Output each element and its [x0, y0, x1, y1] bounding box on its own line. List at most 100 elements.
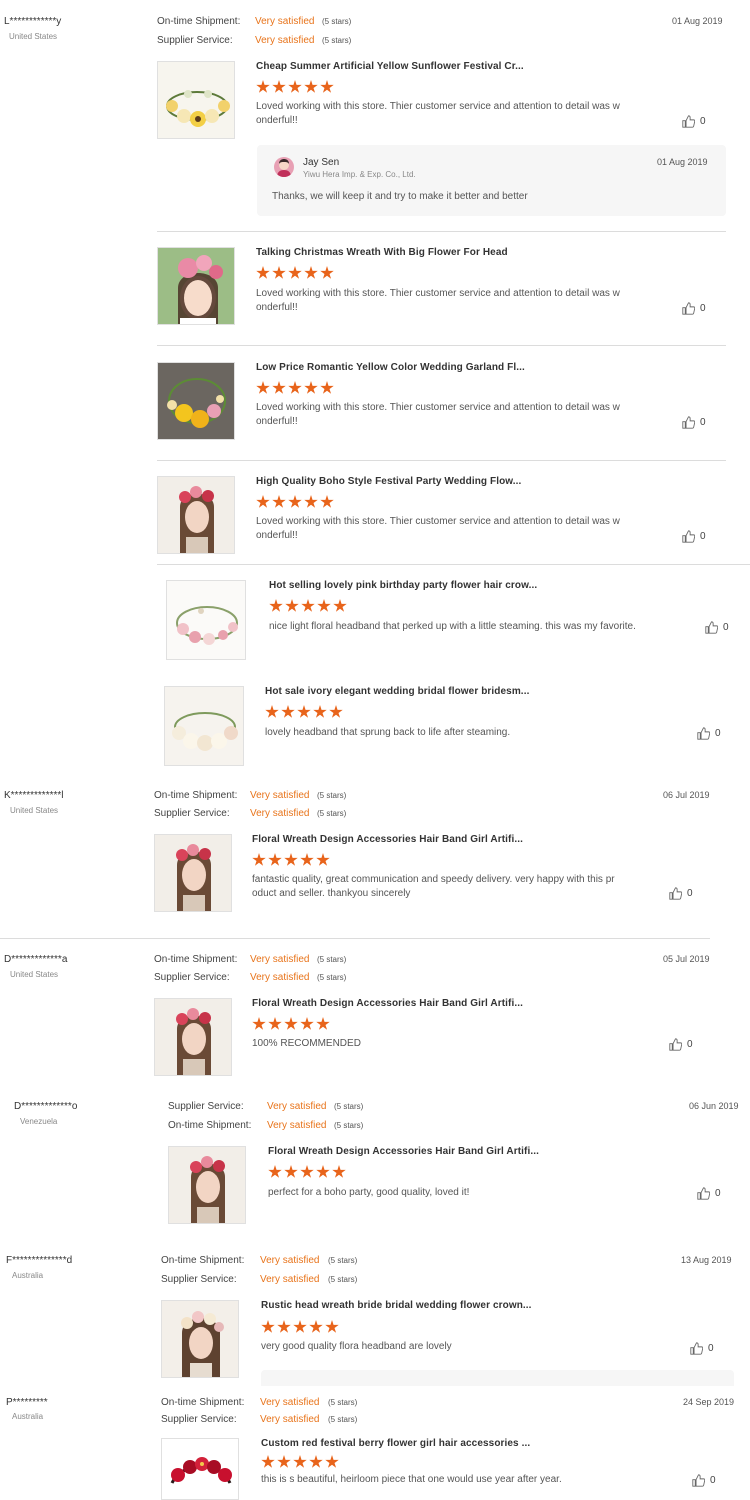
star-icon — [304, 266, 318, 279]
like-button[interactable]: 0 — [682, 416, 706, 429]
product-thumbnail[interactable] — [157, 61, 235, 139]
product-thumbnail[interactable] — [154, 998, 232, 1076]
star-icon — [252, 853, 266, 866]
like-button[interactable]: 0 — [697, 727, 721, 740]
review-text: Loved working with this store. Thier cus… — [256, 101, 620, 126]
divider — [157, 231, 726, 232]
service-label: Supplier Service: — [161, 1274, 237, 1285]
star-icon — [320, 266, 334, 279]
review-date: 05 Jul 2019 — [663, 954, 710, 964]
review-text: perfect for a boho party, good quality, … — [268, 1187, 470, 1198]
product-title[interactable]: Talking Christmas Wreath With Big Flower… — [256, 247, 508, 258]
shipment-stars-note: (5 stars) — [328, 1256, 358, 1265]
product-thumbnail[interactable] — [157, 362, 235, 440]
star-rating — [252, 1017, 330, 1031]
seller-reply: Jay Sen Yiwu Hera Imp. & Exp. Co., Ltd. … — [257, 145, 726, 216]
product-thumbnail[interactable] — [157, 247, 235, 325]
buyer-country: United States — [9, 32, 58, 41]
like-button[interactable]: 0 — [682, 302, 706, 315]
product-thumbnail[interactable] — [164, 686, 244, 766]
shipment-label: On-time Shipment: — [154, 790, 238, 801]
product-thumbnail[interactable] — [161, 1300, 239, 1378]
review-text: this is s beautiful, heirloom piece that… — [261, 1474, 562, 1485]
service-rating: Very satisfied — [260, 1414, 320, 1425]
product-title[interactable]: Hot sale ivory elegant wedding bridal fl… — [265, 686, 529, 697]
product-title[interactable]: Hot selling lovely pink birthday party f… — [269, 580, 537, 591]
service-stars-note: (5 stars) — [317, 809, 347, 818]
star-icon — [256, 266, 270, 279]
star-icon — [261, 1320, 275, 1333]
product-title[interactable]: Custom red festival berry flower girl ha… — [261, 1438, 530, 1449]
service-label: Supplier Service: — [161, 1414, 237, 1425]
star-rating — [269, 599, 347, 613]
like-button[interactable]: 0 — [682, 530, 706, 543]
star-rating — [265, 705, 343, 719]
shipment-stars-note: (5 stars) — [322, 17, 352, 26]
review-text: fantastic quality, great communication a… — [252, 874, 615, 899]
star-icon — [316, 1165, 330, 1178]
reply-date: 01 Aug 2019 — [657, 157, 708, 167]
star-icon — [304, 495, 318, 508]
like-count: 0 — [723, 622, 729, 633]
star-icon — [268, 853, 282, 866]
product-title[interactable]: Floral Wreath Design Accessories Hair Ba… — [268, 1146, 539, 1157]
star-icon — [300, 1165, 314, 1178]
shipment-stars-note: (5 stars) — [334, 1121, 364, 1130]
service-rating: Very satisfied — [255, 35, 315, 46]
star-icon — [304, 80, 318, 93]
star-icon — [269, 599, 283, 612]
review-text: nice light floral headband that perked u… — [269, 621, 636, 632]
product-thumbnail[interactable] — [157, 476, 235, 554]
buyer-name: D*************a — [4, 954, 68, 965]
star-icon — [288, 266, 302, 279]
service-label: Supplier Service: — [168, 1101, 244, 1112]
buyer-name: F**************d — [6, 1255, 73, 1266]
like-button[interactable]: 0 — [692, 1474, 716, 1487]
like-button[interactable]: 0 — [697, 1187, 721, 1200]
floral-wreath-model-image — [155, 835, 231, 911]
service-stars-note: (5 stars) — [317, 973, 347, 982]
like-button[interactable]: 0 — [690, 1342, 714, 1355]
product-title[interactable]: High Quality Boho Style Festival Party W… — [256, 476, 521, 487]
shipment-rating: Very satisfied — [250, 954, 310, 965]
pink-flower-crown-image — [176, 606, 238, 645]
like-count: 0 — [700, 116, 706, 127]
thumbs-up-icon — [697, 1187, 710, 1200]
star-icon — [265, 705, 279, 718]
product-title[interactable]: Floral Wreath Design Accessories Hair Ba… — [252, 834, 523, 845]
star-icon — [256, 381, 270, 394]
seller-name: Jay Sen — [303, 157, 340, 168]
like-button[interactable]: 0 — [669, 1038, 693, 1051]
service-rating: Very satisfied — [250, 972, 310, 983]
star-icon — [277, 1455, 291, 1468]
flower-crown-image — [166, 90, 230, 127]
service-label: Supplier Service: — [157, 35, 233, 46]
shipment-stars-note: (5 stars) — [317, 955, 347, 964]
product-title[interactable]: Cheap Summer Artificial Yellow Sunflower… — [256, 61, 524, 72]
like-button[interactable]: 0 — [669, 887, 693, 900]
star-icon — [268, 1017, 282, 1030]
thumbs-up-icon — [690, 1342, 703, 1355]
review-text: Loved working with this store. Thier cus… — [256, 288, 620, 313]
thumbs-up-icon — [682, 530, 695, 543]
shipment-label: On-time Shipment: — [154, 954, 238, 965]
product-title[interactable]: Rustic head wreath bride bridal wedding … — [261, 1300, 532, 1311]
star-icon — [281, 705, 295, 718]
star-icon — [300, 853, 314, 866]
yellow-garland-image — [158, 363, 234, 439]
product-thumbnail[interactable] — [154, 834, 232, 912]
product-thumbnail[interactable] — [166, 580, 246, 660]
like-button[interactable]: 0 — [682, 115, 706, 128]
shipment-stars-note: (5 stars) — [328, 1398, 358, 1407]
thumbs-up-icon — [697, 727, 710, 740]
product-title[interactable]: Floral Wreath Design Accessories Hair Ba… — [252, 998, 523, 1009]
red-berry-headband-image — [170, 1457, 232, 1484]
ivory-flower-crown-image — [172, 712, 238, 751]
product-thumbnail[interactable] — [168, 1146, 246, 1224]
product-thumbnail[interactable] — [161, 1438, 239, 1500]
star-icon — [320, 381, 334, 394]
shipment-rating: Very satisfied — [260, 1255, 320, 1266]
like-button[interactable]: 0 — [705, 621, 729, 634]
product-title[interactable]: Low Price Romantic Yellow Color Wedding … — [256, 362, 525, 373]
like-count: 0 — [700, 417, 706, 428]
